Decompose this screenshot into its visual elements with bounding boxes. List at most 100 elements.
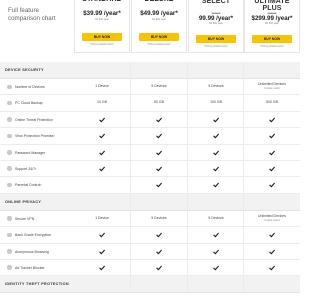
value-cell [131,227,187,242]
feature-dot-icon [7,100,12,106]
table-row: Password Manager [0,145,300,161]
checkmark-icon [156,249,162,254]
checkmark-icon [269,249,275,254]
section-header: DEVICE SECURITY [0,62,300,79]
value-cell [74,227,130,242]
value-cell [244,227,300,242]
checkmark-icon [156,117,162,123]
feature-cell: Anonymous Browsing [5,244,74,259]
feature-cell: Number of Devices [5,79,74,94]
feature-label: Ad Tracker Blocker [15,265,45,270]
value-cell: 500 GB [244,95,300,110]
feature-label: Online Threat Protection [15,117,53,122]
value-text: Unlimited Devices Unless noted [257,213,286,222]
value-cell [131,244,187,259]
value-cell: 100 GB [188,95,244,110]
checkmark-icon [213,166,219,172]
feature-dot-icon [7,150,12,155]
section-label: ONLINE PRIVACY [5,199,42,204]
value-cell [188,161,244,176]
plan-price: 99.99 /year* [198,15,234,22]
value-cell [131,128,187,143]
checkmark-icon [213,232,219,238]
buy-now-button[interactable]: BUY NOW [82,33,122,41]
value-cell: 1 Device [74,211,130,226]
buy-now-button[interactable]: BUY NOW [252,35,292,43]
feature-label: Parental Control³ [15,183,42,188]
value-cell [74,177,130,192]
value-cell: Unlimited Devices Unless noted [244,211,300,226]
feature-dot-icon [7,232,12,238]
value-cell [131,161,187,176]
checkmark-icon [269,166,275,172]
column-divider [243,62,244,294]
buy-now-button[interactable]: BUY NOW [196,35,236,43]
value-cell [188,112,244,127]
table-row: Ad Tracker Blocker [0,260,300,277]
plan-price-term: for first year [209,22,223,25]
feature-dot-icon [7,249,12,254]
value-cell [74,260,130,275]
value-cell: Unlimited Devices Unless noted [244,79,300,94]
title-line-1: Full feature [8,7,39,14]
table-row: PC Cloud Backup 10 GB 50 GB 100 GB 500 GB [0,95,300,112]
value-text: 1 Device [95,215,109,220]
value-cell [74,112,130,127]
value-cell [244,128,300,143]
value-cell: 5 Devices [188,79,244,94]
checkmark-icon [269,232,275,238]
pricing-details-link[interactable]: *Pricing details below* [132,43,186,46]
value-cell [131,112,187,127]
checkmark-icon [99,249,105,254]
checkmark-icon [213,265,219,271]
feature-label: Number of Devices [15,85,45,89]
plan-column: DELUXE $49.99 /year*for first year BUY NOW… [131,0,187,53]
plan-column: ULTIMATE PLUS $349.99 $299.99 /year* for fi… [244,0,300,53]
value-cell [74,161,130,176]
checkmark-icon [213,117,219,123]
value-cell [244,145,300,160]
feature-cell: Parental Control³ [5,177,74,192]
checkmark-icon [156,150,162,155]
table-row: Anonymous Browsing [0,244,300,260]
section-label: IDENTITY THEFT PROTECTION [5,282,69,287]
feature-dot-icon [7,265,12,270]
plan-column: SELECT $149.99 99.99 /year* for first year B… [188,0,244,53]
table-row: Virus Protection Promise² [0,128,300,145]
buy-now-button[interactable]: BUY NOW [139,33,179,41]
feature-label: Anonymous Browsing [15,249,49,254]
plan-name: ULTIMATE PLUS [254,0,290,12]
checkmark-icon [99,150,105,155]
plan-name: STANDARD [75,0,129,3]
value-cell [188,227,244,242]
value-text: 50 GB [154,100,164,105]
checkmark-icon [156,133,162,139]
value-cell [74,128,130,143]
checkmark-icon [213,133,219,139]
plan-price-term: for first year [152,17,166,21]
checkmark-icon [269,117,275,123]
feature-cell: PC Cloud Backup [5,95,74,110]
plan-price-term: for first year [265,22,279,25]
plan-price: $39.99 /year* [83,10,121,17]
value-text: 5 Devices [208,84,224,88]
value-cell: 10 GB [74,95,130,110]
pricing-details-link[interactable]: *Pricing details below* [75,43,129,46]
value-cell [188,145,244,160]
value-text: 5 Devices [151,215,167,220]
plan-price: $49.99 /year* [140,10,178,17]
value-cell: 50 GB [131,95,187,110]
table-row: Bank Grade Encryption [0,227,300,244]
checkmark-icon [269,265,275,271]
feature-label: Secure VPN [15,216,35,221]
pricing-details-link[interactable]: *Pricing details below* [245,45,299,48]
plan-column: STANDARD $39.99 /year*for first year BUY N… [74,0,130,53]
value-cell [188,128,244,143]
checkmark-icon [156,265,162,271]
feature-cell: Ad Tracker Blocker [5,260,74,275]
value-cell [244,244,300,259]
value-text: 1 Device [95,84,109,88]
checkmark-icon [213,183,219,188]
value-text: Unlimited Devices Unless noted [257,82,286,90]
pricing-details-link[interactable]: *Pricing details below* [189,45,243,48]
